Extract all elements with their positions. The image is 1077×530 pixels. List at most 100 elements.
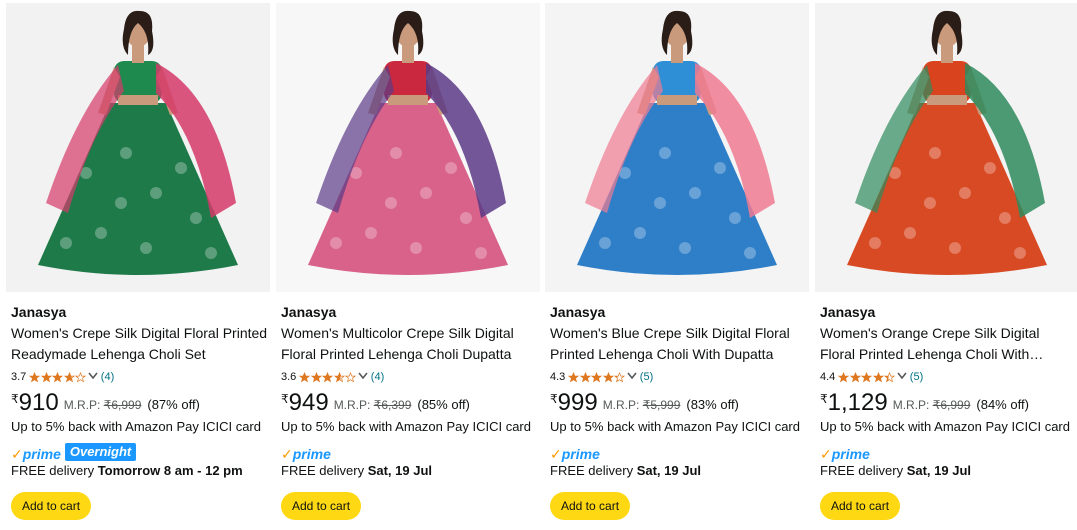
floral-print-dot (445, 162, 457, 174)
delivery-label: FREE delivery (11, 463, 98, 478)
star-rating[interactable] (568, 371, 626, 383)
currency-symbol: ₹ (11, 392, 19, 406)
star-icon (75, 371, 87, 383)
star-rating[interactable] (29, 371, 87, 383)
overnight-badge: Overnight (64, 443, 137, 461)
floral-print-dot (744, 247, 756, 259)
star-icon (345, 371, 357, 383)
prime-logo: ✓ prime (820, 443, 870, 461)
floral-print-dot (140, 242, 152, 254)
delivery-date: Sat, 19 Jul (367, 463, 433, 478)
prime-check-icon: ✓ (11, 446, 23, 462)
mrp-value: ₹6,399 (373, 398, 412, 412)
cashback-offer: Up to 5% back with Amazon Pay ICICI card (281, 419, 531, 434)
lehenga-orange-photo[interactable] (815, 3, 1077, 292)
product-image[interactable] (815, 3, 1077, 292)
floral-print-dot (410, 242, 422, 254)
review-count-link[interactable]: (4) (101, 371, 114, 383)
prime-row: ✓ prime (281, 442, 539, 462)
price-row: ₹1,129 M.R.P: ₹6,999 (84% off) (820, 390, 1077, 418)
floral-print-dot (929, 147, 941, 159)
floral-print-dot (190, 212, 202, 224)
star-icon (861, 371, 873, 383)
star-icon (310, 371, 322, 383)
product-info: Janasya Women's Orange Crepe Silk Digital… (820, 301, 1077, 520)
rating-row: 4.3 (5) (550, 368, 808, 386)
lehenga-multicolor-photo[interactable] (276, 3, 540, 292)
mrp-label: M.R.P: (63, 398, 101, 412)
price-row: ₹949 M.R.P: ₹6,399 (85% off) (281, 390, 539, 418)
star-rating[interactable] (299, 371, 357, 383)
chevron-down-icon[interactable] (358, 371, 368, 383)
add-to-cart-button[interactable]: Add to cart (11, 492, 92, 520)
floral-print-dot (365, 227, 377, 239)
product-title-link[interactable]: Women's Crepe Silk Digital Floral Printe… (11, 323, 269, 365)
mrp-label: M.R.P: (892, 398, 930, 412)
star-rating[interactable] (838, 371, 896, 383)
delivery-date: Sat, 19 Jul (906, 463, 972, 478)
add-to-cart-button[interactable]: Add to cart (281, 492, 362, 520)
prime-logo: ✓ prime (550, 443, 600, 461)
price: 1,129 (827, 389, 888, 416)
floral-print-dot (205, 247, 217, 259)
rating-value: 3.6 (281, 371, 297, 383)
mrp: M.R.P: ₹5,999 (603, 398, 681, 412)
lehenga-green-photo[interactable] (6, 3, 270, 292)
waist (118, 95, 158, 105)
lehenga-blue-photo[interactable] (545, 3, 809, 292)
product-grid: Janasya Women's Crepe Silk Digital Floral… (0, 0, 1077, 530)
add-to-cart-button[interactable]: Add to cart (820, 492, 901, 520)
floral-print-dot (689, 187, 701, 199)
rating-row: 4.4 (5) (820, 368, 1077, 386)
review-count-link[interactable]: (5) (640, 371, 653, 383)
product-card: Janasya Women's Crepe Silk Digital Floral… (6, 3, 270, 530)
discount: (83% off) (686, 397, 739, 412)
star-icon (29, 371, 41, 383)
floral-print-dot (95, 227, 107, 239)
product-card: Janasya Women's Orange Crepe Silk Digital… (815, 3, 1077, 530)
star-icon (591, 371, 603, 383)
floral-print-dot (924, 197, 936, 209)
chevron-down-icon[interactable] (88, 371, 98, 383)
delivery-info: FREE delivery Sat, 19 Jul (820, 462, 1077, 480)
mrp-value: ₹5,999 (642, 398, 681, 412)
star-icon (568, 371, 580, 383)
delivery-info: FREE delivery Tomorrow 8 am - 12 pm (11, 462, 269, 480)
star-icon (333, 371, 345, 383)
product-info: Janasya Women's Crepe Silk Digital Floral… (11, 301, 269, 520)
rating-value: 4.4 (820, 371, 836, 383)
prime-wordmark: prime (561, 446, 600, 462)
product-image[interactable] (276, 3, 540, 292)
floral-print-dot (654, 197, 666, 209)
currency-symbol: ₹ (820, 392, 828, 406)
chevron-down-icon[interactable] (627, 371, 637, 383)
star-icon (322, 371, 334, 383)
review-count-link[interactable]: (5) (910, 371, 923, 383)
product-title-link[interactable]: Women's Blue Crepe Silk Digital Floral P… (550, 323, 808, 365)
floral-print-dot (659, 147, 671, 159)
delivery-date: Sat, 19 Jul (636, 463, 702, 478)
floral-print-dot (729, 212, 741, 224)
product-title-link[interactable]: Women's Orange Crepe Silk Digital Floral… (820, 323, 1077, 365)
floral-print-dot (475, 247, 487, 259)
floral-print-dot (959, 187, 971, 199)
prime-row: ✓ prime Overnight (11, 442, 269, 462)
review-count-link[interactable]: (4) (371, 371, 384, 383)
prime-logo: ✓ prime (281, 443, 331, 461)
star-icon (872, 371, 884, 383)
product-image[interactable] (545, 3, 809, 292)
product-image[interactable] (6, 3, 270, 292)
product-title-link[interactable]: Women's Multicolor Crepe Silk Digital Fl… (281, 323, 539, 365)
waist (657, 95, 697, 105)
floral-print-dot (390, 147, 402, 159)
price-row: ₹910 M.R.P: ₹6,999 (87% off) (11, 390, 269, 418)
star-icon (602, 371, 614, 383)
brand-name: Janasya (11, 304, 67, 320)
star-icon (52, 371, 64, 383)
star-icon (40, 371, 52, 383)
price: 910 (18, 389, 59, 416)
chevron-down-icon[interactable] (897, 371, 907, 383)
floral-print-dot (460, 212, 472, 224)
floral-print-dot (869, 237, 881, 249)
add-to-cart-button[interactable]: Add to cart (550, 492, 631, 520)
